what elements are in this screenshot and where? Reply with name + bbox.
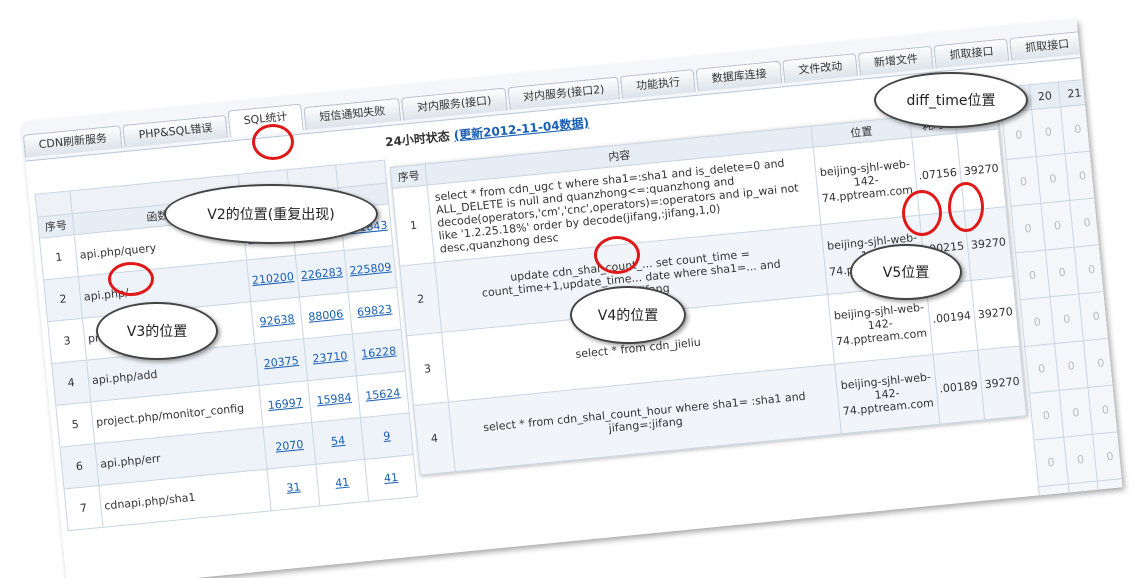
count-link[interactable]: 31 [286, 480, 301, 494]
count-link[interactable]: 210200 [251, 270, 294, 287]
hourly-table: 192021 000 000 000 000 000 000 000 000 0… [998, 78, 1123, 535]
host-cell: beijing-sjhl-web-142-74.pptream.com [834, 354, 940, 434]
tab-internal-service[interactable]: 对内服务(接口) [401, 87, 508, 121]
count-link[interactable]: 23710 [312, 349, 348, 365]
callout-v4: V4的位置 [570, 286, 686, 344]
callout-diff-time: diff_time位置 [874, 72, 1028, 128]
highlight-circle-v3 [108, 262, 154, 296]
count-link[interactable]: 41 [383, 471, 398, 485]
callout-v5: V5位置 [850, 244, 962, 300]
callout-v3: V3的位置 [96, 302, 218, 360]
tab-php-sql-error[interactable]: PHP&SQL错误 [122, 114, 229, 148]
tab-sms-fail[interactable]: 短信通知失败 [303, 97, 402, 131]
count-link[interactable]: 226283 [300, 265, 343, 282]
tab-internal-service-2[interactable]: 对内服务(接口2) [507, 76, 621, 111]
count-link[interactable]: 15624 [365, 386, 401, 402]
count-link[interactable]: 2070 [275, 438, 304, 454]
tab-db-connection[interactable]: 数据库连接 [695, 60, 783, 92]
banner-prefix: 24小时状态 [384, 129, 451, 150]
count-link[interactable]: 92638 [259, 312, 295, 328]
count-link[interactable]: 16997 [267, 396, 303, 412]
count-link[interactable]: 16228 [361, 344, 397, 360]
total-cell: 39270 [977, 346, 1027, 420]
count-link[interactable]: 69823 [357, 303, 393, 319]
tab-fetch-api-2[interactable]: 抓取接口 [1009, 30, 1086, 61]
highlight-circle-v4 [594, 236, 640, 274]
total-cell: 39270 [971, 276, 1020, 351]
highlight-circle-diff-time [948, 182, 984, 232]
refresh-date-link[interactable]: (更新2012-11-04数据) [453, 116, 589, 143]
table-row: 000 [1038, 478, 1123, 534]
screenshot-stage: CDN刷新服务 PHP&SQL错误SQL统计 短信通知失败 对内服务(接口)对内服务(… [0, 0, 1134, 578]
tab-new-files[interactable]: 新增文件 [858, 45, 934, 76]
count-link[interactable]: 41 [335, 476, 350, 490]
count-link[interactable]: 225809 [349, 260, 392, 277]
tab-cdn-refresh[interactable]: CDN刷新服务 [22, 125, 123, 158]
table-row: 000 [1033, 431, 1123, 487]
tab-file-changes[interactable]: 文件改动 [782, 53, 859, 84]
tab-fetch-api[interactable]: 抓取接口 [933, 38, 1010, 69]
time-cell: .00189 [932, 350, 985, 425]
tab-function-exec[interactable]: 功能执行 [620, 68, 697, 100]
callout-v2: V2的位置(重复出现) [164, 184, 378, 244]
count-link[interactable]: 54 [331, 434, 346, 448]
count-link[interactable]: 20375 [263, 354, 299, 370]
count-link[interactable]: 9 [383, 429, 391, 443]
highlight-circle-sql-tab [252, 124, 294, 160]
count-link[interactable]: 88006 [308, 307, 344, 323]
highlight-circle-v5 [902, 190, 942, 236]
count-link[interactable]: 15984 [316, 391, 352, 407]
